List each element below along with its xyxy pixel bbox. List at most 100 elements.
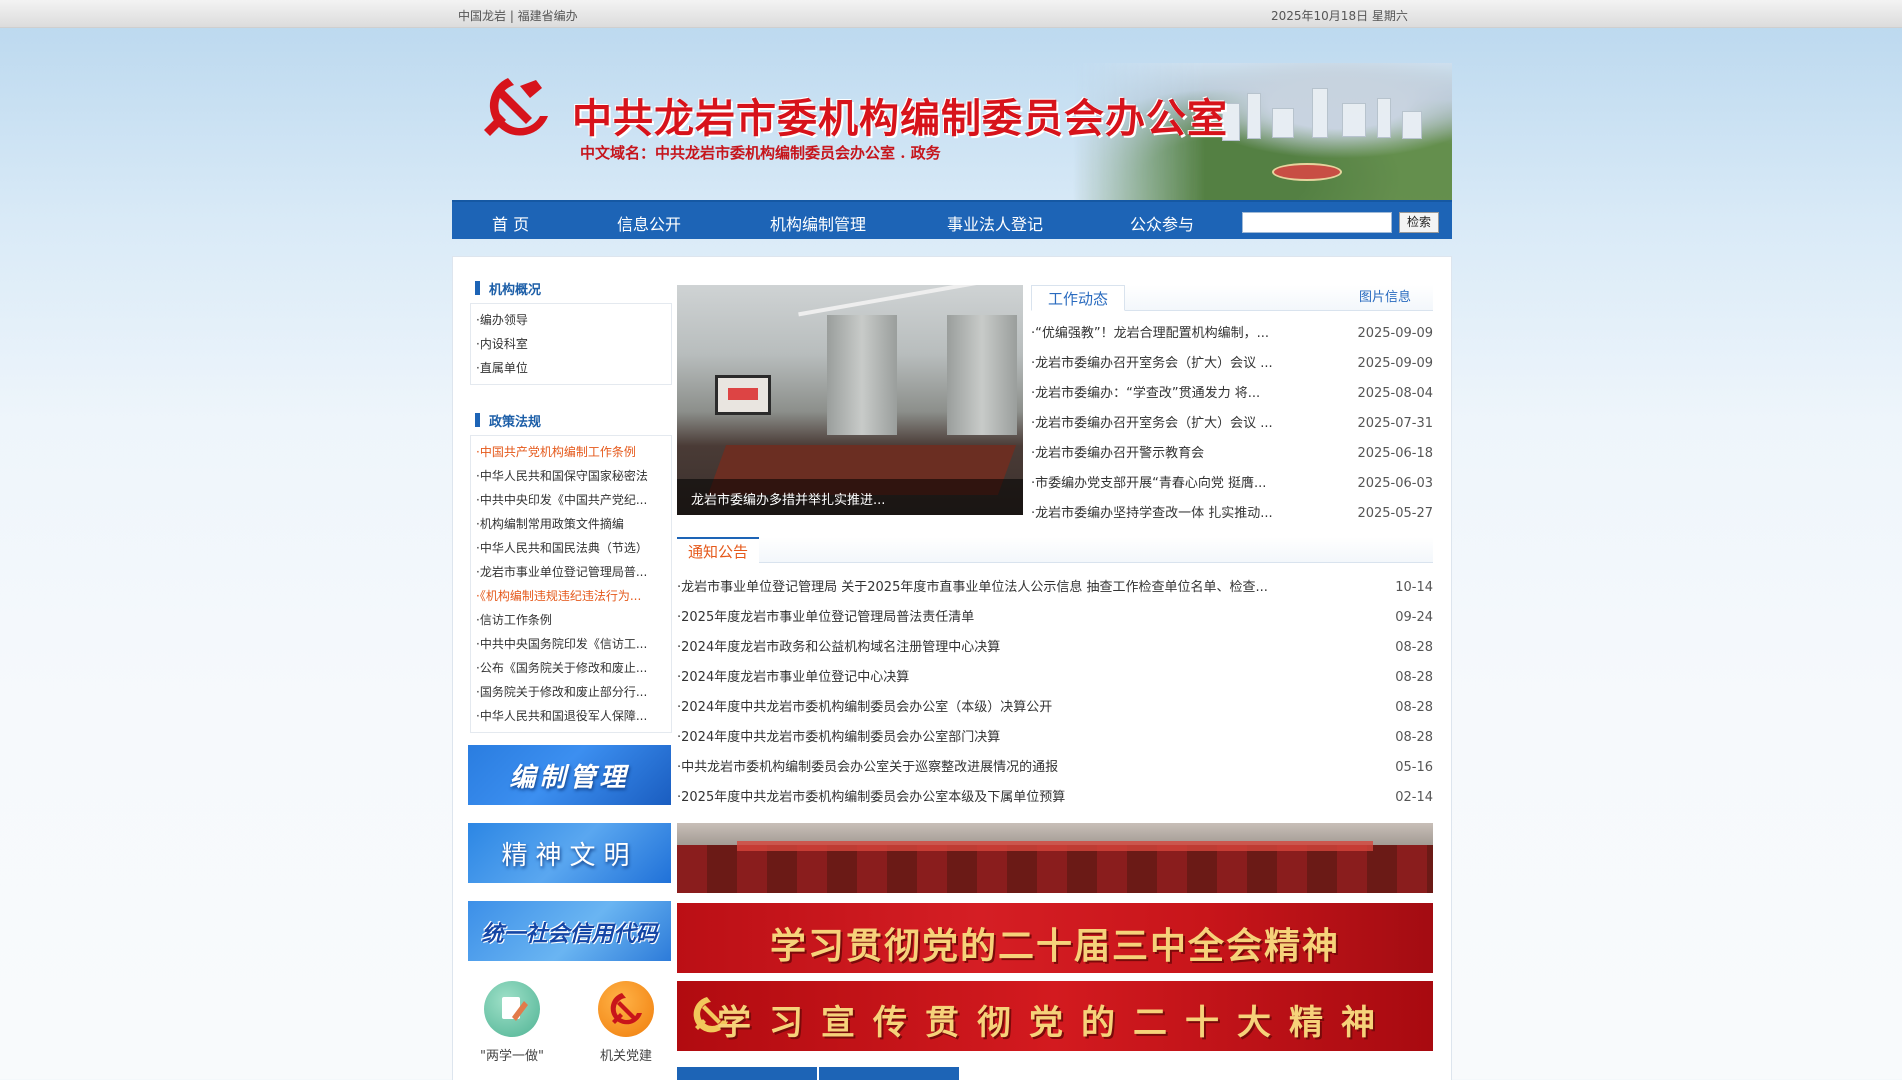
- notice-list: ·龙岩市事业单位登记管理局 关于2025年度市直事业单位法人公示信息 抽查工作检…: [677, 573, 1433, 813]
- social-credit-code-banner[interactable]: 统一社会信用代码: [468, 901, 671, 961]
- list-item[interactable]: ·2024年度龙岩市政务和公益机构域名注册管理中心决算 08-28: [677, 633, 1433, 663]
- news-date: 2025-05-27: [1357, 506, 1433, 521]
- list-item[interactable]: ·中华人民共和国退役军人保障...: [471, 704, 671, 728]
- news-tabs: 工作动态 图片信息: [1031, 285, 1433, 311]
- notice-date: 08-28: [1395, 670, 1433, 685]
- list-item[interactable]: ·直属单位: [471, 356, 671, 380]
- nav-info-disclosure[interactable]: 信息公开: [617, 211, 681, 235]
- list-item[interactable]: ·中共龙岩市委机构编制委员会办公室关于巡察整改进展情况的通报 05-16: [677, 753, 1433, 783]
- notice-title[interactable]: ·2024年度龙岩市事业单位登记中心决算: [677, 663, 1327, 693]
- news-list: ·“优编强教”！龙岩合理配置机构编制，... 2025-09-09 ·龙岩市委编办…: [1031, 319, 1433, 529]
- domain-name-line: 中文域名：中共龙岩市委机构编制委员会办公室 . 政务: [580, 144, 941, 162]
- list-item[interactable]: ·龙岩市事业单位登记管理局 关于2025年度市直事业单位法人公示信息 抽查工作检…: [677, 573, 1433, 603]
- staffing-management-banner[interactable]: 编制管理: [468, 745, 671, 805]
- list-item[interactable]: ·内设科室: [471, 332, 671, 356]
- list-item[interactable]: ·龙岩市委编办召开室务会（扩大）会议 ... 2025-07-31: [1031, 409, 1433, 439]
- nav-home[interactable]: 首 页: [492, 211, 529, 235]
- nav-legal-person-registration[interactable]: 事业法人登记: [947, 211, 1043, 235]
- nav-org-staffing[interactable]: 机构编制管理: [770, 211, 866, 235]
- list-item[interactable]: ·2024年度龙岩市事业单位登记中心决算 08-28: [677, 663, 1433, 693]
- list-item[interactable]: ·中国共产党机构编制工作条例: [471, 440, 671, 464]
- news-title[interactable]: ·龙岩市委编办坚持学查改一体 扎实推动...: [1031, 499, 1301, 529]
- quick-link-label[interactable]: "两学一做": [462, 1045, 562, 1064]
- list-item[interactable]: ·市委编办党支部开展“青春心向党 挺膺... 2025-06-03: [1031, 469, 1433, 499]
- news-title[interactable]: ·龙岩市委编办召开室务会（扩大）会议 ...: [1031, 349, 1301, 379]
- main-panel: 机构概况 ·编办领导 ·内设科室 ·直属单位 政策法规 ·中国共产党机构编制工作…: [452, 256, 1452, 1080]
- news-title[interactable]: ·市委编办党支部开展“青春心向党 挺膺...: [1031, 469, 1301, 499]
- notice-date: 08-28: [1395, 640, 1433, 655]
- list-item[interactable]: ·2025年度中共龙岩市委机构编制委员会办公室本级及下属单位预算 02-14: [677, 783, 1433, 813]
- list-item[interactable]: ·中共中央印发《中国共产党纪...: [471, 488, 671, 512]
- banner-slogan: 学习贯彻党的二十届三中全会精神: [769, 926, 1340, 967]
- list-item[interactable]: ·信访工作条例: [471, 608, 671, 632]
- banner-slogan: 学习宣传贯彻党的二十大精神: [717, 1003, 1393, 1043]
- list-item[interactable]: ·龙岩市委编办坚持学查改一体 扎实推动... 2025-05-27: [1031, 499, 1433, 529]
- notice-title[interactable]: ·2024年度中共龙岩市委机构编制委员会办公室（本级）决算公开: [677, 693, 1327, 723]
- list-item[interactable]: ·龙岩市委编办召开警示教育会 2025-06-18: [1031, 439, 1433, 469]
- banner-label: 精神文明: [501, 841, 638, 871]
- list-item[interactable]: ·2025年度龙岩市事业单位登记管理局普法责任清单 09-24: [677, 603, 1433, 633]
- nav-public-participation[interactable]: 公众参与: [1130, 211, 1194, 235]
- two-studies-one-action-icon[interactable]: [484, 981, 540, 1037]
- notice-date: 05-16: [1395, 760, 1433, 775]
- notice-tabs: 通知公告: [677, 537, 1433, 563]
- notice-title[interactable]: ·中共龙岩市委机构编制委员会办公室关于巡察整改进展情况的通报: [677, 753, 1327, 783]
- list-item[interactable]: ·国务院关于修改和废止部分行...: [471, 680, 671, 704]
- news-date: 2025-06-03: [1357, 476, 1433, 491]
- banner-label: 统一社会信用代码: [481, 922, 658, 947]
- notice-title[interactable]: ·2024年度中共龙岩市委机构编制委员会办公室部门决算: [677, 723, 1327, 753]
- tab-notices[interactable]: 通知公告: [677, 537, 759, 563]
- third-plenary-study-banner[interactable]: 学习贯彻党的二十届三中全会精神: [677, 903, 1433, 973]
- notice-date: 08-28: [1395, 700, 1433, 715]
- quick-link-label[interactable]: 机关党建: [576, 1045, 676, 1064]
- news-title[interactable]: ·“优编强教”！龙岩合理配置机构编制，...: [1031, 319, 1301, 349]
- overview-list: ·编办领导 ·内设科室 ·直属单位: [470, 303, 672, 385]
- list-item[interactable]: ·2024年度中共龙岩市委机构编制委员会办公室部门决算 08-28: [677, 723, 1433, 753]
- search-input[interactable]: [1242, 212, 1392, 233]
- list-item[interactable]: ·《机构编制违规违纪违法行为...: [471, 584, 671, 608]
- spiritual-civilization-banner[interactable]: 精神文明: [468, 823, 671, 883]
- bottom-tab[interactable]: [677, 1067, 817, 1080]
- notice-title[interactable]: ·2024年度龙岩市政务和公益机构域名注册管理中心决算: [677, 633, 1327, 663]
- notice-date: 09-24: [1395, 610, 1433, 625]
- top-bar-links[interactable]: 中国龙岩 | 福建省编办: [458, 7, 578, 24]
- news-date: 2025-08-04: [1357, 386, 1433, 401]
- site-title: 中共龙岩市委机构编制委员会办公室: [572, 96, 1228, 142]
- carousel-image: [715, 375, 771, 415]
- notice-title[interactable]: ·龙岩市事业单位登记管理局 关于2025年度市直事业单位法人公示信息 抽查工作检…: [677, 573, 1327, 603]
- list-item[interactable]: ·中华人民共和国保守国家秘密法: [471, 464, 671, 488]
- list-item[interactable]: ·编办领导: [471, 308, 671, 332]
- list-item[interactable]: ·龙岩市委编办召开室务会（扩大）会议 ... 2025-09-09: [1031, 349, 1433, 379]
- news-date: 2025-09-09: [1357, 326, 1433, 341]
- news-date: 2025-09-09: [1357, 356, 1433, 371]
- list-item[interactable]: ·“优编强教”！龙岩合理配置机构编制，... 2025-09-09: [1031, 319, 1433, 349]
- news-carousel[interactable]: 龙岩市委编办多措并举扎实推进...: [677, 285, 1023, 515]
- news-title[interactable]: ·龙岩市委编办召开警示教育会: [1031, 439, 1301, 469]
- section-title-policies: 政策法规: [475, 411, 541, 430]
- list-item[interactable]: ·公布《国务院关于修改和废止...: [471, 656, 671, 680]
- meeting-photo-banner[interactable]: [677, 823, 1433, 893]
- twentieth-congress-study-banner[interactable]: 学习宣传贯彻党的二十大精神: [677, 981, 1433, 1051]
- notice-date: 02-14: [1395, 790, 1433, 805]
- news-title[interactable]: ·龙岩市委编办：“学查改”贯通发力 将...: [1031, 379, 1301, 409]
- list-item[interactable]: ·龙岩市事业单位登记管理局普...: [471, 560, 671, 584]
- search-button[interactable]: 检索: [1399, 212, 1439, 233]
- news-title[interactable]: ·龙岩市委编办召开室务会（扩大）会议 ...: [1031, 409, 1301, 439]
- news-date: 2025-06-18: [1357, 446, 1433, 461]
- current-date: 2025年10月18日 星期六: [1271, 9, 1408, 23]
- site-header: 中共龙岩市委机构编制委员会办公室 中文域名：中共龙岩市委机构编制委员会办公室 .…: [452, 28, 1452, 200]
- list-item[interactable]: ·2024年度中共龙岩市委机构编制委员会办公室（本级）决算公开 08-28: [677, 693, 1433, 723]
- carousel-caption[interactable]: 龙岩市委编办多措并举扎实推进...: [691, 489, 885, 508]
- list-item[interactable]: ·中共中央国务院印发《信访工...: [471, 632, 671, 656]
- tab-photo-news[interactable]: 图片信息: [1359, 285, 1411, 311]
- notice-date: 08-28: [1395, 730, 1433, 745]
- list-item[interactable]: ·中华人民共和国民法典（节选）: [471, 536, 671, 560]
- list-item[interactable]: ·机构编制常用政策文件摘编: [471, 512, 671, 536]
- notice-title[interactable]: ·2025年度龙岩市事业单位登记管理局普法责任清单: [677, 603, 1327, 633]
- list-item[interactable]: ·龙岩市委编办：“学查改”贯通发力 将... 2025-08-04: [1031, 379, 1433, 409]
- bottom-tab[interactable]: [819, 1067, 959, 1080]
- notice-title[interactable]: ·2025年度中共龙岩市委机构编制委员会办公室本级及下属单位预算: [677, 783, 1327, 813]
- party-building-icon[interactable]: [598, 981, 654, 1037]
- tab-work-news[interactable]: 工作动态: [1031, 285, 1125, 311]
- notice-date: 10-14: [1395, 580, 1433, 595]
